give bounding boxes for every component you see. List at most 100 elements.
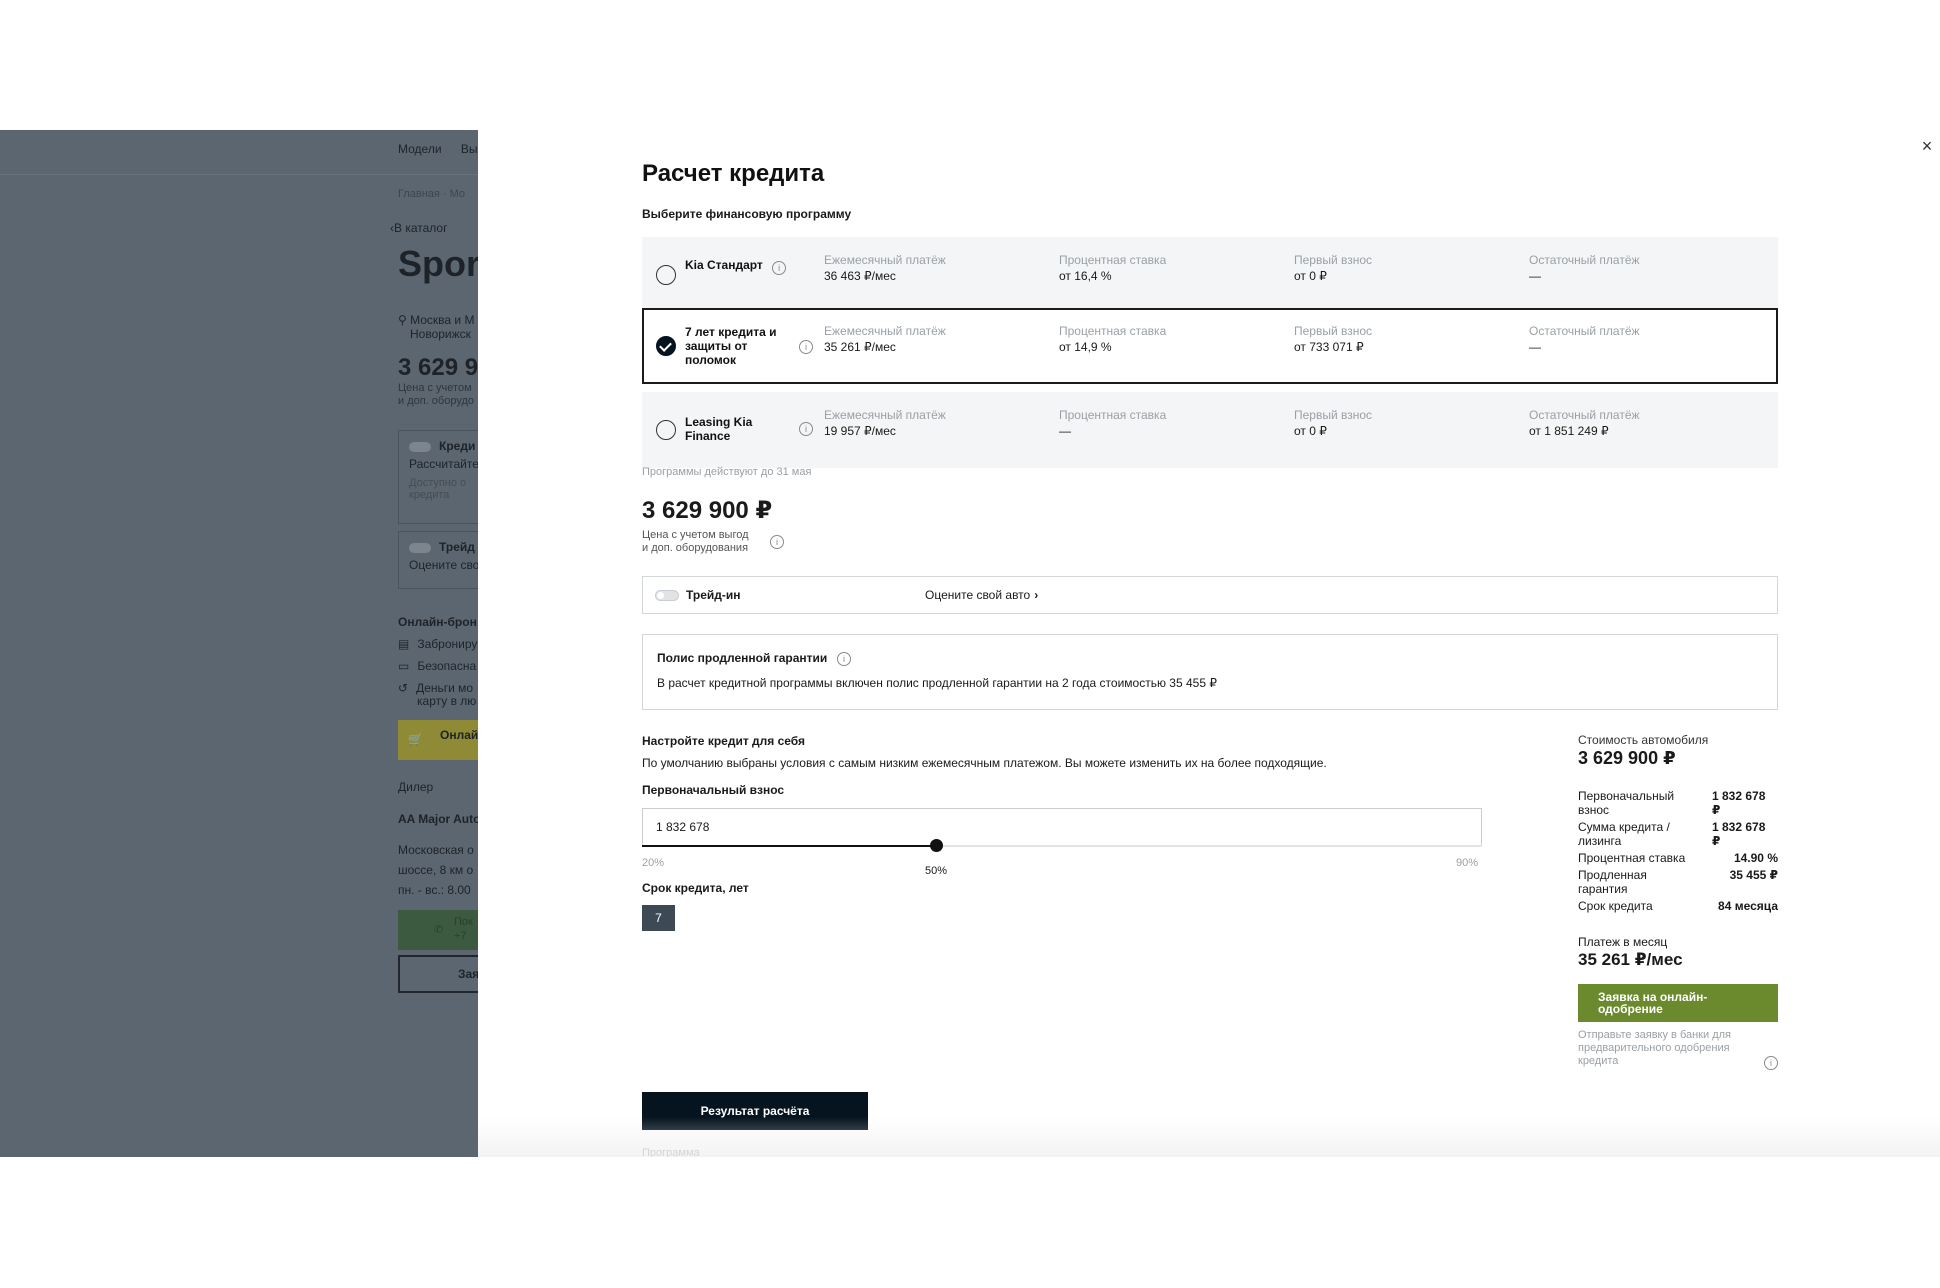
bg-price-note: Цена с учетом и доп. оборудо	[398, 382, 475, 407]
slider-max-label: 90%	[1456, 857, 1479, 869]
tradein-row: Трейд-ин Оцените свой авто ›	[642, 576, 1778, 614]
modal-title: Расчет кредита	[642, 160, 825, 187]
term-label: Срок кредита, лет	[642, 881, 749, 895]
bg-request-button: Зая	[398, 955, 478, 993]
bg-model-name: Sport	[398, 243, 478, 284]
chevron-right-icon: ›	[1034, 588, 1039, 602]
program-col-monthly: Ежемесячный платёж 36 463 ₽/мес	[824, 253, 946, 283]
car-price-note: Цена с учетом выгод и доп. оборудования	[642, 529, 749, 554]
bg-dealer-name: AA Major Auto	[398, 812, 478, 826]
summary-row: Процентная ставка 14.90 %	[1578, 851, 1778, 865]
summary-cost-label: Стоимость автомобиля	[1578, 733, 1709, 747]
program-col-residual: Остаточный платёж от 1 851 249 ₽	[1529, 408, 1640, 438]
bg-price: 3 629 9	[398, 354, 478, 381]
credit-calculator-modal: × Расчет кредита Выберите финансовую про…	[478, 130, 1940, 1157]
radio-button[interactable]	[656, 420, 676, 440]
down-payment-label: Первоначальный взнос	[642, 783, 785, 797]
summary-row: Продленная гарантия 35 455 ₽	[1578, 868, 1778, 896]
phone-icon: ✆	[434, 924, 444, 936]
bg-dealer-address: Московская о шоссе, 8 км о пн. - вс.: 8.…	[398, 843, 474, 897]
bg-call-button: ✆ Пок +7	[398, 910, 478, 950]
program-col-residual: Остаточный платёж —	[1529, 324, 1640, 354]
summary-row: Срок кредита 84 месяца	[1578, 899, 1778, 913]
info-icon[interactable]: i	[837, 652, 851, 666]
warranty-text: В расчет кредитной программы включен пол…	[657, 676, 1217, 690]
tradein-toggle[interactable]	[655, 590, 679, 601]
program-col-monthly: Ежемесячный платёж 19 957 ₽/мес	[824, 408, 946, 438]
bg-booking-item: ▤ Заброниру	[398, 637, 478, 651]
bg-back-link: ‹В каталог	[390, 221, 448, 235]
term-option-button[interactable]: 7	[642, 905, 675, 931]
bg-nav-item: Вы	[460, 142, 478, 156]
programs-validity-note: Программы действуют до 31 мая	[642, 466, 812, 478]
bg-booking-item: ↺ Деньги мо карту в лю	[398, 681, 477, 708]
info-icon[interactable]: i	[1764, 1056, 1778, 1070]
calculation-result-button[interactable]: Результат расчёта	[642, 1092, 868, 1130]
down-payment-input[interactable]	[642, 808, 1482, 846]
program-col-down-payment: Первый взнос от 0 ₽	[1294, 408, 1373, 438]
online-approval-button[interactable]: Заявка на онлайн- одобрение	[1578, 984, 1778, 1022]
program-col-rate: Процентная ставка от 14,9 %	[1059, 324, 1167, 354]
toggle-icon	[409, 542, 431, 553]
program-heading-cut: Программа	[642, 1147, 700, 1157]
info-icon[interactable]: i	[772, 261, 787, 275]
bg-booking-item: ▭ Безопасна	[398, 659, 477, 673]
bg-breadcrumb: Главная · Мо	[398, 188, 466, 200]
slider-value-label: 50%	[925, 865, 948, 877]
lock-icon: ▤	[398, 637, 410, 651]
summary-panel: Стоимость автомобиля 3 629 900 ₽ Первона…	[1578, 733, 1778, 970]
check-icon[interactable]	[656, 336, 676, 356]
program-col-residual: Остаточный платёж —	[1529, 253, 1640, 283]
summary-cost: 3 629 900 ₽	[1578, 748, 1676, 768]
bg-credit-card: Креди Рассчитайте Доступно о кредита	[398, 430, 478, 524]
bg-nav: Модели Вы	[398, 142, 478, 156]
refund-icon: ↺	[398, 681, 409, 695]
program-name: 7 лет кредита и защиты от поломок	[685, 325, 777, 367]
bg-dealer-heading: Дилер	[398, 780, 434, 794]
program-col-down-payment: Первый взнос от 733 071 ₽	[1294, 324, 1373, 354]
configure-description: По умолчанию выбраны условия с самым низ…	[642, 756, 1327, 770]
tradein-evaluate-link[interactable]: Оцените свой авто ›	[925, 588, 1038, 602]
program-col-monthly: Ежемесячный платёж 35 261 ₽/мес	[824, 324, 946, 354]
cart-icon: 🛒	[408, 732, 423, 746]
location-pin-icon: ⚲	[398, 313, 411, 327]
close-icon[interactable]: ×	[1914, 133, 1940, 159]
modal-subtitle: Выберите финансовую программу	[642, 207, 852, 221]
warranty-box: Полис продленной гарантии i В расчет кре…	[642, 634, 1778, 710]
approval-note: Отправьте заявку в банки для предварител…	[1578, 1029, 1731, 1067]
summary-row: Сумма кредита / лизинга 1 832 678 ₽	[1578, 820, 1766, 848]
summary-payment: 35 261 ₽/мес	[1578, 950, 1683, 969]
background-page: Модели Вы Главная · Мо ‹В каталог Sport …	[0, 130, 478, 1157]
program-col-rate: Процентная ставка —	[1059, 408, 1167, 438]
bg-divider	[0, 174, 478, 175]
bg-location: ⚲ Москва и М Новорижск	[398, 313, 475, 341]
configure-title: Настройте кредит для себя	[642, 734, 806, 748]
bg-online-booking-button: 🛒 Онлай	[398, 720, 478, 760]
down-payment-slider[interactable]	[642, 839, 1482, 852]
slider-min-label: 20%	[642, 857, 665, 869]
radio-button[interactable]	[656, 265, 676, 285]
program-option-kia-standard[interactable]: Kia Стандарт i Ежемесячный платёж 36 463 …	[642, 237, 1778, 313]
summary-rows: Первоначальный взнос 1 832 678 ₽ Сумма кре…	[1578, 789, 1778, 913]
car-price: 3 629 900 ₽	[642, 497, 773, 524]
program-col-rate: Процентная ставка от 16,4 %	[1059, 253, 1167, 283]
toggle-icon	[409, 441, 431, 452]
slider-handle[interactable]	[930, 839, 943, 852]
card-icon: ▭	[398, 659, 410, 673]
warranty-title: Полис продленной гарантии	[657, 651, 828, 665]
program-name: Leasing Kia Finance	[685, 415, 753, 443]
summary-payment-label: Платеж в месяц	[1578, 935, 1668, 949]
bg-nav-item: Модели	[398, 142, 442, 156]
program-col-down-payment: Первый взнос от 0 ₽	[1294, 253, 1373, 283]
bg-online-booking-title: Онлайн-брон	[398, 615, 477, 629]
summary-row: Первоначальный взнос 1 832 678 ₽	[1578, 789, 1766, 817]
program-name: Kia Стандарт i	[685, 258, 787, 275]
info-icon[interactable]: i	[799, 422, 813, 436]
tradein-label: Трейд-ин	[686, 588, 741, 602]
info-icon[interactable]: i	[799, 340, 813, 354]
program-option-7-years[interactable]: 7 лет кредита и защиты от поломок i Ежем…	[642, 308, 1778, 384]
program-option-leasing[interactable]: Leasing Kia Finance i Ежемесячный платёж…	[642, 392, 1778, 468]
slider-fill	[642, 845, 937, 847]
info-icon[interactable]: i	[770, 535, 784, 549]
bg-tradein-card: Трейд Оцените сво	[398, 531, 478, 589]
